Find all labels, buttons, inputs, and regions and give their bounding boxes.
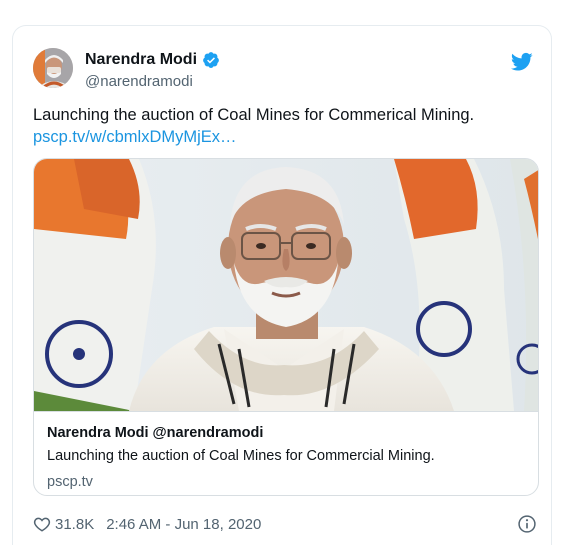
name-row: Narendra Modi xyxy=(85,49,220,71)
tweet-text: Launching the auction of Coal Mines for … xyxy=(33,106,475,124)
top-strip xyxy=(0,0,583,26)
card-description: Launching the auction of Coal Mines for … xyxy=(47,448,435,464)
heart-icon[interactable] xyxy=(33,515,51,533)
timestamp[interactable]: 2:46 AM - Jun 18, 2020 xyxy=(106,516,261,533)
tweet-header: Narendra Modi @narendramodi xyxy=(33,48,533,96)
verified-badge-icon xyxy=(203,52,219,68)
card-video-thumbnail xyxy=(34,159,538,411)
info-icon[interactable] xyxy=(517,514,537,534)
card-image[interactable] xyxy=(34,159,538,411)
page: Narendra Modi @narendramodi Launching th… xyxy=(0,0,583,555)
card-info[interactable]: Narendra Modi @narendramodi Launching th… xyxy=(34,411,538,495)
author-block[interactable]: Narendra Modi @narendramodi xyxy=(85,49,220,90)
card-title: Narendra Modi @narendramodi xyxy=(47,425,264,441)
tweet-footer: 31.8K 2:46 AM - Jun 18, 2020 xyxy=(33,513,537,535)
tweet-link[interactable]: pscp.tv/w/cbmlxDMyMjEx… xyxy=(33,126,533,148)
author-handle[interactable]: @narendramodi xyxy=(85,73,220,90)
twitter-bird-icon[interactable] xyxy=(511,52,533,72)
link-card[interactable]: Narendra Modi @narendramodi Launching th… xyxy=(33,158,539,496)
display-name[interactable]: Narendra Modi xyxy=(85,51,197,69)
embedded-tweet[interactable]: Narendra Modi @narendramodi Launching th… xyxy=(12,25,552,545)
tweet-body: Launching the auction of Coal Mines for … xyxy=(33,104,533,148)
like-count[interactable]: 31.8K xyxy=(55,516,94,533)
avatar-image xyxy=(33,48,73,88)
card-domain: pscp.tv xyxy=(47,474,93,490)
avatar[interactable] xyxy=(33,48,73,88)
